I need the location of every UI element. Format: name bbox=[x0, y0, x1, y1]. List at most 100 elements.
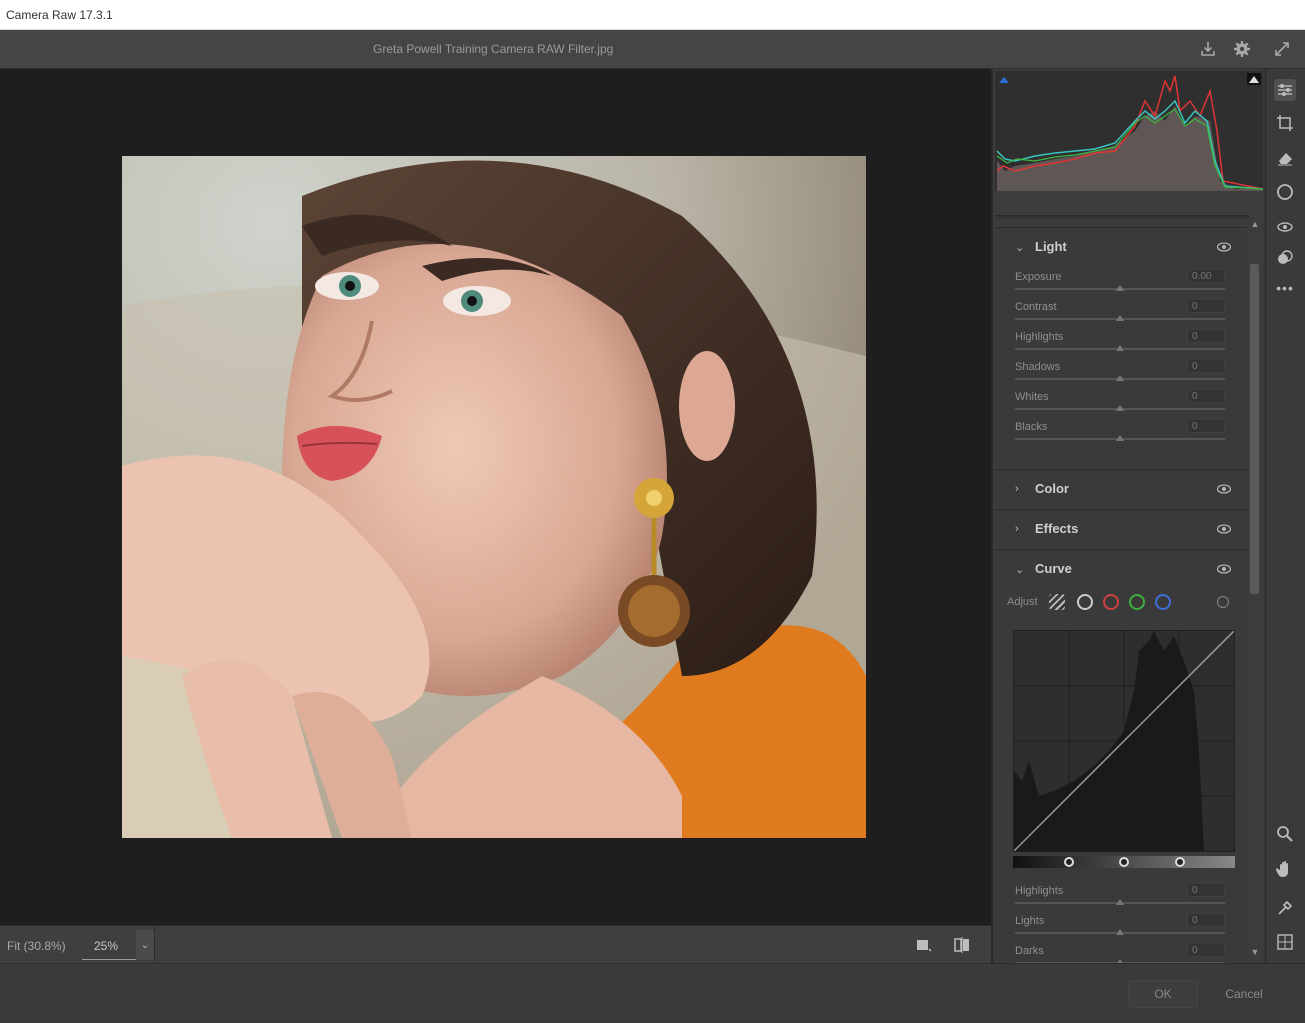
light-section-header[interactable]: ⌄ Light bbox=[995, 228, 1247, 266]
edit-sliders-icon[interactable] bbox=[1274, 79, 1296, 101]
fit-zoom-label[interactable]: Fit (30.8%) bbox=[7, 939, 66, 953]
zoom-dropdown-chevron-icon[interactable]: ⌄ bbox=[136, 930, 154, 960]
divider bbox=[995, 215, 1249, 219]
red-channel-icon[interactable] bbox=[1103, 594, 1119, 610]
slider-label: Highlights bbox=[1015, 885, 1064, 897]
slider-track[interactable] bbox=[1015, 285, 1225, 291]
slider-contrast: Contrast 0 bbox=[995, 296, 1247, 326]
region-split-handle[interactable] bbox=[1063, 857, 1074, 867]
slider-thumb[interactable] bbox=[1116, 435, 1124, 441]
zoom-level-field[interactable]: 25% bbox=[82, 930, 136, 960]
document-header: Greta Powell Training Camera RAW Filter.… bbox=[0, 30, 1305, 69]
slider-track[interactable] bbox=[1015, 315, 1225, 321]
scroll-down-icon[interactable]: ▼ bbox=[1249, 947, 1261, 957]
slider-highlights: Highlights 0 bbox=[995, 880, 1247, 910]
effects-section: › Effects bbox=[995, 509, 1247, 547]
document-title: Greta Powell Training Camera RAW Filter.… bbox=[373, 42, 614, 56]
sampler-icon[interactable] bbox=[1274, 897, 1296, 919]
slider-track[interactable] bbox=[1015, 375, 1225, 381]
redeye-icon[interactable] bbox=[1274, 216, 1296, 238]
fullscreen-icon[interactable] bbox=[1271, 38, 1293, 60]
grid-icon[interactable] bbox=[1274, 931, 1296, 953]
single-view-icon[interactable] bbox=[915, 936, 933, 954]
effects-section-header[interactable]: › Effects bbox=[995, 510, 1247, 548]
curve-section-header[interactable]: ⌄ Curve bbox=[995, 550, 1247, 588]
color-section-label: Color bbox=[1035, 481, 1069, 496]
zoom-icon[interactable] bbox=[1274, 823, 1296, 845]
color-section: › Color bbox=[995, 469, 1247, 507]
eraser-icon[interactable] bbox=[1274, 147, 1296, 169]
ok-button[interactable]: OK bbox=[1128, 980, 1198, 1008]
slider-label: Lights bbox=[1015, 915, 1045, 927]
presets-icon[interactable] bbox=[1274, 247, 1296, 269]
curve-region-slider[interactable] bbox=[1013, 856, 1235, 868]
gear-icon[interactable] bbox=[1231, 38, 1253, 60]
visibility-eye-icon[interactable] bbox=[1217, 483, 1231, 495]
image-canvas[interactable] bbox=[0, 69, 991, 925]
hand-icon[interactable] bbox=[1274, 858, 1296, 880]
region-split-handle[interactable] bbox=[1119, 857, 1129, 867]
chevron-right-icon: › bbox=[1015, 523, 1019, 535]
slider-thumb[interactable] bbox=[1116, 315, 1124, 321]
light-section-label: Light bbox=[1035, 239, 1067, 254]
curve-adjust-row: Adjust bbox=[995, 588, 1247, 618]
slider-value-input[interactable]: 0 bbox=[1187, 883, 1225, 897]
green-channel-icon[interactable] bbox=[1129, 594, 1145, 610]
slider-track[interactable] bbox=[1015, 345, 1225, 351]
slider-value-input[interactable]: 0 bbox=[1187, 329, 1225, 343]
scrollbar-thumb[interactable] bbox=[1250, 264, 1259, 594]
chevron-down-icon: ⌄ bbox=[1015, 242, 1025, 254]
slider-track[interactable] bbox=[1015, 435, 1225, 441]
slider-track[interactable] bbox=[1015, 405, 1225, 411]
slider-thumb[interactable] bbox=[1116, 899, 1124, 905]
scroll-up-icon[interactable]: ▲ bbox=[1249, 219, 1261, 229]
adjust-label: Adjust bbox=[1007, 596, 1038, 608]
slider-track[interactable] bbox=[1015, 899, 1225, 905]
slider-thumb[interactable] bbox=[1116, 929, 1124, 935]
target-adjust-icon[interactable] bbox=[1217, 596, 1229, 608]
histogram bbox=[995, 71, 1264, 191]
slider-track[interactable] bbox=[1015, 929, 1225, 935]
slider-label: Highlights bbox=[1015, 331, 1064, 343]
slider-value-input[interactable]: 0 bbox=[1187, 419, 1225, 433]
tone-curve-graph[interactable] bbox=[1013, 630, 1235, 852]
dialog-footer: OK Cancel bbox=[0, 963, 1305, 1023]
cancel-button[interactable]: Cancel bbox=[1208, 980, 1280, 1008]
before-after-view-icon[interactable] bbox=[953, 936, 971, 954]
slider-shadows: Shadows 0 bbox=[995, 356, 1247, 386]
visibility-eye-icon[interactable] bbox=[1217, 241, 1231, 253]
save-icon[interactable] bbox=[1197, 38, 1219, 60]
slider-value-input[interactable]: 0 bbox=[1187, 299, 1225, 313]
slider-label: Shadows bbox=[1015, 361, 1061, 373]
slider-highlights: Highlights 0 bbox=[995, 326, 1247, 356]
visibility-eye-icon[interactable] bbox=[1217, 523, 1231, 535]
slider-thumb[interactable] bbox=[1116, 285, 1124, 291]
tool-strip: ••• bbox=[1265, 69, 1305, 963]
chevron-down-icon: ⌄ bbox=[1015, 564, 1025, 576]
edit-panel: ⌄ Light Exposure 0.00 Contrast 0 Highlights 0… bbox=[991, 69, 1264, 965]
more-icon[interactable]: ••• bbox=[1274, 277, 1296, 299]
color-section-header[interactable]: › Color bbox=[995, 470, 1247, 508]
slider-value-input[interactable]: 0 bbox=[1187, 389, 1225, 403]
region-split-handle[interactable] bbox=[1174, 857, 1185, 867]
slider-value-input[interactable]: 0 bbox=[1187, 359, 1225, 373]
slider-value-input[interactable]: 0.00 bbox=[1187, 269, 1225, 283]
slider-label: Blacks bbox=[1015, 421, 1048, 433]
blue-channel-icon[interactable] bbox=[1155, 594, 1171, 610]
slider-blacks: Blacks 0 bbox=[995, 416, 1247, 446]
parametric-curve-icon[interactable] bbox=[1049, 594, 1065, 610]
slider-thumb[interactable] bbox=[1116, 375, 1124, 381]
slider-value-input[interactable]: 0 bbox=[1187, 943, 1225, 957]
slider-thumb[interactable] bbox=[1116, 345, 1124, 351]
divider bbox=[154, 926, 155, 964]
mask-icon[interactable] bbox=[1274, 181, 1296, 203]
visibility-eye-icon[interactable] bbox=[1217, 563, 1231, 575]
curve-slider-list: Highlights 0 Lights 0 Darks 0 bbox=[995, 880, 1247, 970]
panel-scrollbar[interactable]: ▲ ▼ bbox=[1247, 219, 1261, 963]
slider-thumb[interactable] bbox=[1116, 405, 1124, 411]
crop-icon[interactable] bbox=[1274, 112, 1296, 134]
slider-value-input[interactable]: 0 bbox=[1187, 913, 1225, 927]
curve-section: ⌄ Curve Adjust Highlights 0 Lights 0 Dar… bbox=[995, 549, 1247, 965]
point-curve-icon[interactable] bbox=[1077, 594, 1093, 610]
slider-label: Exposure bbox=[1015, 271, 1062, 283]
